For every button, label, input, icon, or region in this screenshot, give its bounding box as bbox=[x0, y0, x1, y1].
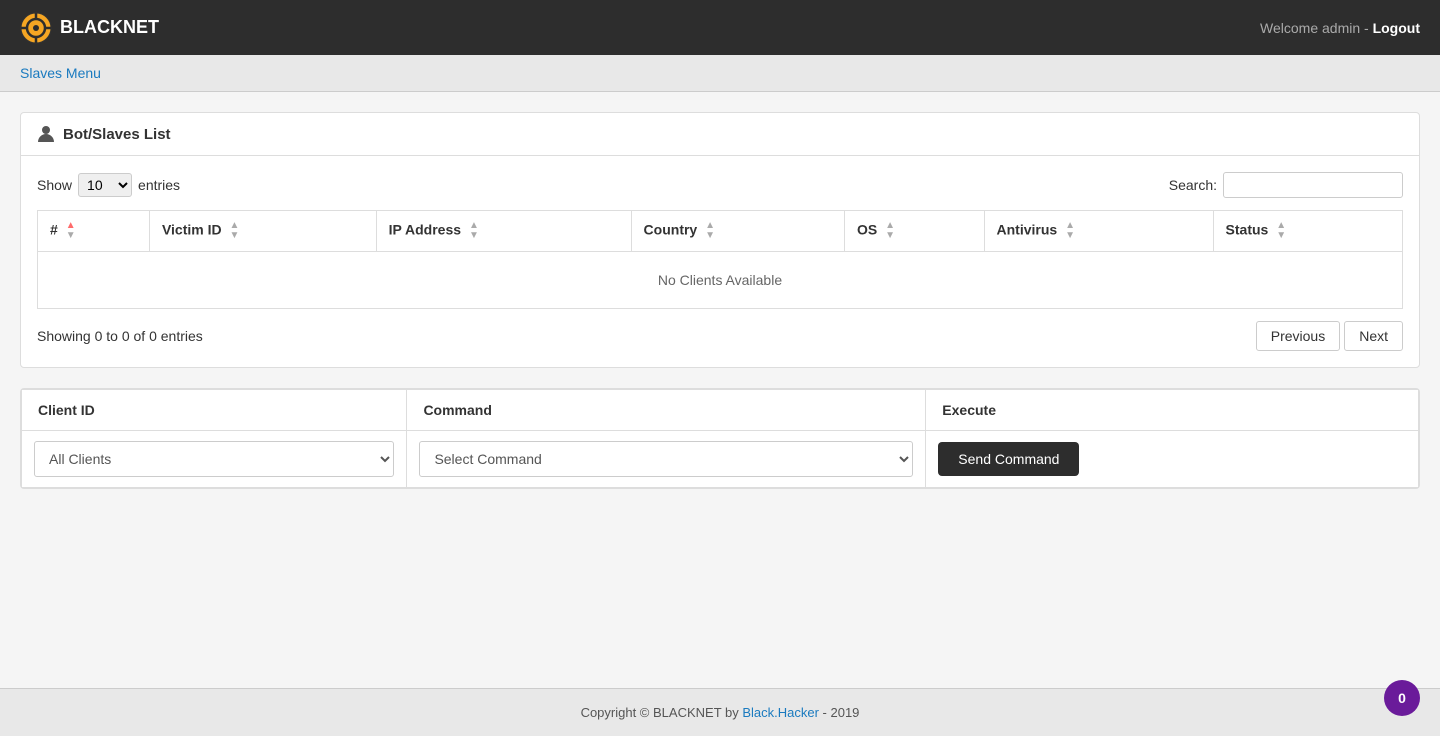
table-footer: Showing 0 to 0 of 0 entries Previous Nex… bbox=[37, 321, 1403, 351]
entries-label: entries bbox=[138, 177, 180, 193]
sort-icon-ip: ▲▼ bbox=[469, 221, 479, 241]
client-id-select[interactable]: All Clients bbox=[34, 441, 394, 477]
next-button[interactable]: Next bbox=[1344, 321, 1403, 351]
execute-cell: Send Command bbox=[926, 431, 1419, 488]
col-status[interactable]: Status ▲▼ bbox=[1213, 211, 1402, 252]
header: BLACKNET Welcome admin - Logout bbox=[0, 0, 1440, 55]
show-label: Show bbox=[37, 177, 72, 193]
cmd-col-client-id: Client ID bbox=[22, 390, 407, 431]
sort-icon-country: ▲▼ bbox=[705, 221, 715, 241]
show-entries: Show 10 25 50 100 entries bbox=[37, 173, 180, 197]
search-input[interactable] bbox=[1223, 172, 1403, 198]
command-cell: Select Command bbox=[407, 431, 926, 488]
sort-icon-status: ▲▼ bbox=[1276, 221, 1286, 241]
table-head: # ▲▼ Victim ID ▲▼ IP Address ▲▼ Country … bbox=[38, 211, 1403, 252]
footer-copyright: Copyright © BLACKNET by bbox=[581, 705, 743, 720]
table-header-row: # ▲▼ Victim ID ▲▼ IP Address ▲▼ Country … bbox=[38, 211, 1403, 252]
logo-text: BLACKNET bbox=[60, 17, 159, 38]
main-content: Bot/Slaves List Show 10 25 50 100 entrie… bbox=[0, 92, 1440, 688]
card-header: Bot/Slaves List bbox=[21, 113, 1419, 156]
command-header-row: Client ID Command Execute bbox=[22, 390, 1419, 431]
command-card: Client ID Command Execute All Clients Se… bbox=[20, 388, 1420, 489]
send-command-button[interactable]: Send Command bbox=[938, 442, 1079, 476]
command-table-body: All Clients Select Command Send Command bbox=[22, 431, 1419, 488]
col-victim-id[interactable]: Victim ID ▲▼ bbox=[149, 211, 376, 252]
no-data-cell: No Clients Available bbox=[38, 252, 1403, 309]
entries-info: Showing 0 to 0 of 0 entries bbox=[37, 328, 203, 344]
bot-list-card: Bot/Slaves List Show 10 25 50 100 entrie… bbox=[20, 112, 1420, 368]
logo-icon bbox=[20, 12, 52, 44]
floating-badge: 0 bbox=[1384, 680, 1420, 716]
entries-select[interactable]: 10 25 50 100 bbox=[78, 173, 132, 197]
command-table-head: Client ID Command Execute bbox=[22, 390, 1419, 431]
card-body: Show 10 25 50 100 entries Search: bbox=[21, 156, 1419, 367]
table-body: No Clients Available bbox=[38, 252, 1403, 309]
client-id-cell: All Clients bbox=[22, 431, 407, 488]
footer-author-link[interactable]: Black.Hacker bbox=[742, 705, 819, 720]
card-title: Bot/Slaves List bbox=[63, 126, 171, 143]
data-table: # ▲▼ Victim ID ▲▼ IP Address ▲▼ Country … bbox=[37, 210, 1403, 309]
col-antivirus[interactable]: Antivirus ▲▼ bbox=[984, 211, 1213, 252]
col-hash[interactable]: # ▲▼ bbox=[38, 211, 150, 252]
sort-icon-antivirus: ▲▼ bbox=[1065, 221, 1075, 241]
sort-icon-hash: ▲▼ bbox=[66, 221, 76, 241]
cmd-col-execute: Execute bbox=[926, 390, 1419, 431]
pagination: Previous Next bbox=[1256, 321, 1403, 351]
header-user-info: Welcome admin - Logout bbox=[1260, 20, 1420, 36]
table-controls: Show 10 25 50 100 entries Search: bbox=[37, 172, 1403, 198]
sort-icon-victim: ▲▼ bbox=[230, 221, 240, 241]
footer-year: - 2019 bbox=[819, 705, 859, 720]
cmd-col-command: Command bbox=[407, 390, 926, 431]
logout-link[interactable]: Logout bbox=[1373, 20, 1420, 36]
command-select[interactable]: Select Command bbox=[419, 441, 913, 477]
command-row: All Clients Select Command Send Command bbox=[22, 431, 1419, 488]
search-box: Search: bbox=[1169, 172, 1403, 198]
previous-button[interactable]: Previous bbox=[1256, 321, 1340, 351]
command-table: Client ID Command Execute All Clients Se… bbox=[21, 389, 1419, 488]
footer: Copyright © BLACKNET by Black.Hacker - 2… bbox=[0, 688, 1440, 736]
slaves-menu-link[interactable]: Slaves Menu bbox=[20, 65, 101, 81]
no-data-row: No Clients Available bbox=[38, 252, 1403, 309]
sort-icon-os: ▲▼ bbox=[885, 221, 895, 241]
col-os[interactable]: OS ▲▼ bbox=[845, 211, 984, 252]
logo: BLACKNET bbox=[20, 12, 159, 44]
badge-value: 0 bbox=[1398, 690, 1406, 706]
person-icon bbox=[37, 125, 55, 143]
col-ip[interactable]: IP Address ▲▼ bbox=[376, 211, 631, 252]
col-country[interactable]: Country ▲▼ bbox=[631, 211, 844, 252]
search-label: Search: bbox=[1169, 177, 1217, 193]
welcome-text: Welcome admin - bbox=[1260, 20, 1373, 36]
nav-bar: Slaves Menu bbox=[0, 55, 1440, 92]
